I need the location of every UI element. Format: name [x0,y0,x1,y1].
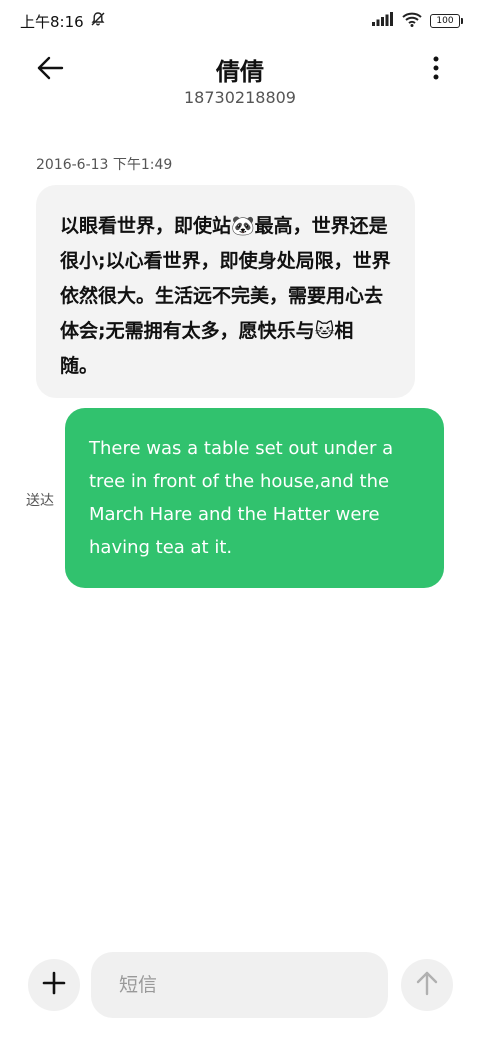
conversation-header: 倩倩 18730218809 [0,48,480,118]
incoming-message-text: 以眼看世界，即使站🐼最高，世界还是很小;以心看世界，即使身处局限，世界依然很大。… [60,215,391,377]
more-options-button[interactable] [422,52,450,88]
delivery-status: 送达 [26,493,54,509]
battery-indicator: 100 [430,14,463,28]
more-vertical-icon [432,56,440,84]
contact-number: 18730218809 [184,88,296,107]
send-button[interactable] [401,959,453,1011]
add-attachment-button[interactable] [28,959,80,1011]
contact-name: 倩倩 [216,58,264,86]
outgoing-message-bubble[interactable]: There was a table set out under a tree i… [65,408,444,588]
status-time: 上午8:16 [20,12,84,31]
bell-off-icon [90,11,106,31]
status-bar: 上午8:16 100 [0,0,480,42]
plus-icon [42,971,66,999]
message-timestamp: 2016-6-13 下午1:49 [36,157,173,173]
incoming-message-bubble[interactable]: 以眼看世界，即使站🐼最高，世界还是很小;以心看世界，即使身处局限，世界依然很大。… [36,185,415,398]
outgoing-message-text: There was a table set out under a tree i… [89,438,394,558]
signal-icon [372,12,394,30]
status-left: 上午8:16 [20,11,106,32]
status-right: 100 [372,12,463,31]
message-input[interactable] [91,952,388,1018]
arrow-up-icon [415,970,439,1000]
wifi-icon [402,12,422,31]
